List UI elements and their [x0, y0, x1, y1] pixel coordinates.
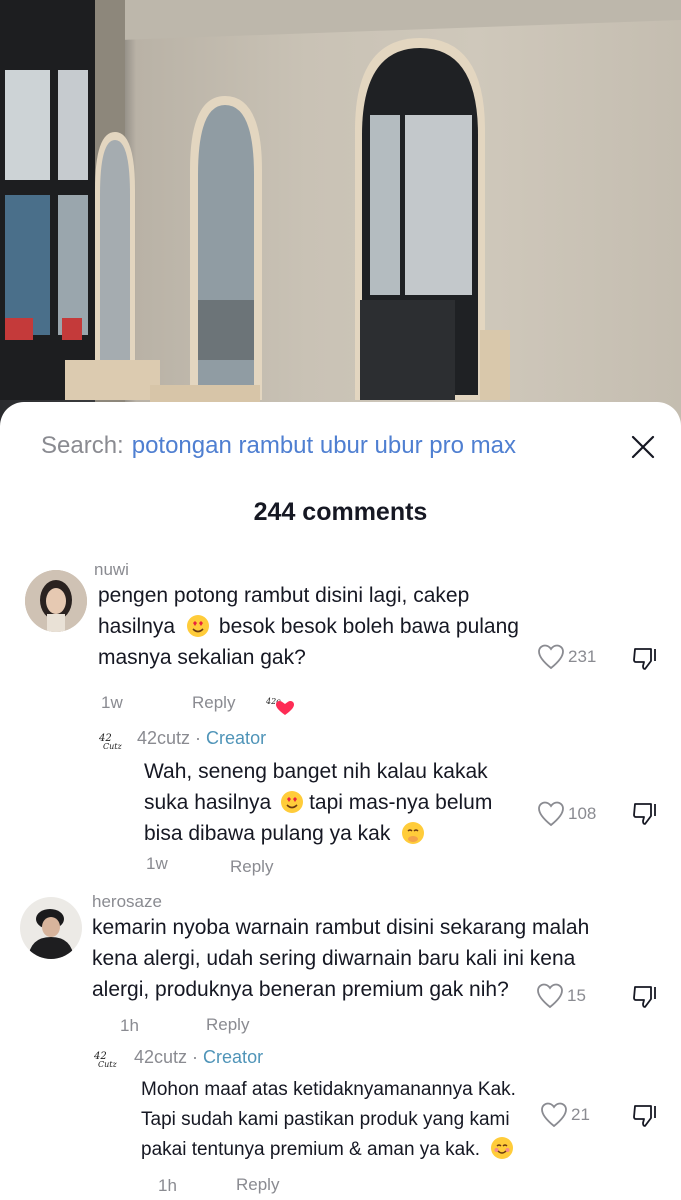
comment-line-part: besok besok boleh bawa pulang	[218, 615, 519, 638]
smiling-face-emoji	[491, 1137, 514, 1159]
creator-badge: Creator	[206, 728, 267, 748]
reply-button[interactable]: Reply	[236, 1175, 279, 1195]
creator-avatar[interactable]: 42 Cutz	[92, 1049, 126, 1071]
search-header[interactable]: Search: potongan rambut ubur ubur pro max	[41, 432, 516, 460]
dislike-button[interactable]	[632, 800, 660, 828]
reply-button[interactable]: Reply	[230, 857, 273, 877]
comment-text: pengen potong rambut disini lagi, cakep …	[98, 580, 558, 673]
search-label: Search:	[41, 432, 124, 459]
shushing-face-icon	[407, 829, 419, 842]
reply-button[interactable]: Reply	[206, 1015, 249, 1035]
reply-time: 1w	[146, 854, 168, 873]
reply-username[interactable]: 42cutz · Creator	[134, 1047, 263, 1068]
search-query-link[interactable]: potongan rambut ubur ubur pro max	[132, 432, 516, 459]
comment-time: 1h	[120, 1016, 139, 1035]
reply-line-part: bisa dibawa pulang ya kak	[144, 822, 391, 845]
reply-line-part: suka hasilnya	[144, 791, 272, 814]
reply-line: Tapi sudah kami pastikan produk yang kam…	[141, 1109, 510, 1130]
reply-line-part: tapi mas-nya belum	[309, 791, 493, 814]
dislike-button[interactable]	[632, 645, 660, 673]
heart-eyes-icon	[192, 621, 204, 633]
creator-liked-heart-icon: 42c	[265, 697, 294, 715]
heart-icon	[537, 983, 563, 1009]
reply-button[interactable]: Reply	[192, 693, 235, 713]
heart-icon	[538, 801, 564, 827]
svg-text:Cutz: Cutz	[103, 742, 122, 751]
salon-photo-art	[0, 0, 681, 430]
svg-text:Cutz: Cutz	[98, 1060, 117, 1069]
creator-badge: Creator	[203, 1047, 264, 1067]
like-button[interactable]: 108	[537, 801, 596, 827]
dislike-button[interactable]	[632, 983, 660, 1011]
dislike-button[interactable]	[632, 1102, 660, 1130]
comment-username[interactable]: nuwi	[94, 560, 129, 580]
heart-icon	[538, 644, 564, 670]
heart-eyes-emoji	[186, 615, 209, 637]
comment-time: 1w	[101, 693, 123, 712]
salon-photo	[0, 0, 681, 430]
comments-count: 244 comments	[253, 498, 428, 526]
reply-line: bisa dibawa pulang ya kak	[144, 818, 544, 849]
like-button[interactable]: 21	[540, 1102, 590, 1128]
reply-user: 42cutz	[134, 1047, 188, 1067]
like-button[interactable]: 15	[536, 983, 586, 1009]
comment-line: hasilnya besok besok boleh bawa pulang	[98, 611, 558, 642]
brand-logo-icon: 42 Cutz	[93, 1051, 117, 1069]
like-button[interactable]: 231	[537, 644, 596, 670]
reply-line: suka hasilnya tapi mas-nya belum	[144, 787, 544, 818]
reply-line: pakai tentunya premium & aman ya kak.	[141, 1135, 541, 1165]
thumbs-down-icon	[633, 803, 656, 825]
avatar-image	[20, 897, 82, 959]
avatar[interactable]	[25, 570, 87, 632]
comment-line: masnya sekalian gak?	[98, 646, 306, 669]
reply-text: Wah, seneng banget nih kalau kakak suka …	[144, 756, 544, 849]
reply-line-part: pakai tentunya premium & aman ya kak.	[141, 1139, 481, 1160]
reply-line: Wah, seneng banget nih kalau kakak	[144, 760, 488, 783]
reply-text: Mohon maaf atas ketidaknyamanannya Kak. …	[141, 1075, 541, 1165]
comment-line-part: hasilnya	[98, 615, 176, 638]
creator-avatar[interactable]: 42 Cutz	[97, 731, 131, 753]
comment-line: kena alergi, udah sering diwarnain baru …	[92, 947, 576, 970]
comment-username[interactable]: herosaze	[92, 892, 162, 912]
like-count: 15	[567, 986, 586, 1005]
thumbs-down-icon	[633, 1105, 656, 1127]
heart-eyes-icon	[286, 797, 298, 809]
heart-icon	[541, 1102, 567, 1128]
smiling-face-icon	[494, 1144, 510, 1154]
shushing-face-emoji	[402, 822, 425, 844]
close-button[interactable]	[628, 432, 658, 462]
separator: ·	[187, 1047, 204, 1067]
like-count: 231	[568, 647, 597, 666]
reply-user: 42cutz	[137, 728, 191, 748]
creator-liked-badge: 42c	[265, 695, 294, 717]
like-count: 108	[568, 804, 597, 823]
reply-time: 1h	[158, 1176, 177, 1195]
comment-line: kemarin nyoba warnain rambut disini seka…	[92, 916, 590, 939]
heart-eyes-emoji	[281, 791, 304, 813]
thumbs-down-icon	[633, 986, 656, 1008]
thumbs-down-icon	[633, 648, 656, 670]
reply-line: Mohon maaf atas ketidaknyamanannya Kak.	[141, 1079, 516, 1100]
comment-line: pengen potong rambut disini lagi, cakep	[98, 584, 470, 607]
separator: ·	[190, 728, 207, 748]
brand-logo-icon: 42 Cutz	[98, 733, 122, 751]
avatar-image	[25, 570, 87, 632]
close-icon	[631, 435, 655, 459]
avatar[interactable]	[20, 897, 82, 959]
reply-username[interactable]: 42cutz · Creator	[137, 728, 266, 749]
like-count: 21	[571, 1105, 590, 1124]
